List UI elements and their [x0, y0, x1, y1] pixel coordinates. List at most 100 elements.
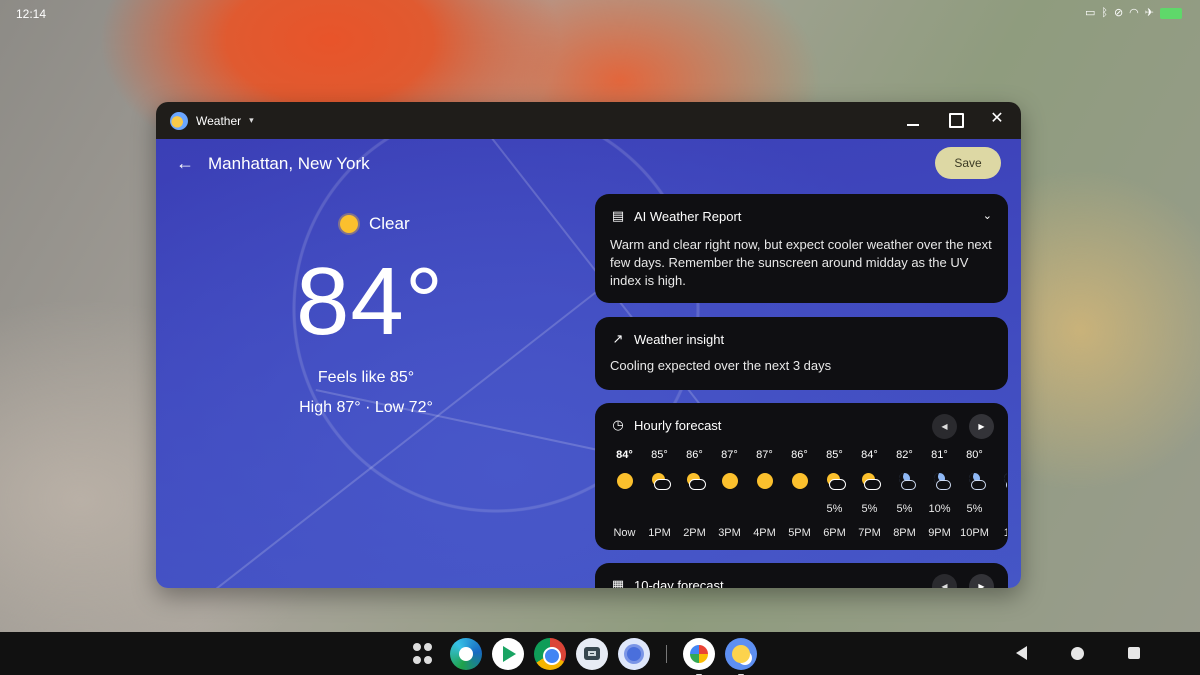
maximize-button[interactable]: [947, 111, 964, 128]
hourly-time: 7PM: [858, 527, 881, 539]
sun-icon: [340, 215, 358, 233]
hourly-precip: 10%: [928, 503, 951, 515]
nav-back-icon[interactable]: [1016, 646, 1027, 660]
insight-header: ↗ Weather insight: [610, 331, 993, 347]
nav-home-icon[interactable]: [1071, 646, 1084, 660]
clock-icon: ◷: [612, 417, 624, 432]
hourly-temp: 81°: [931, 449, 948, 461]
hourly-icon-cell: [712, 465, 747, 497]
save-button[interactable]: Save: [935, 147, 1001, 179]
hourly-precip: [677, 497, 712, 521]
ten-day-nav: ◀ ▶: [932, 574, 994, 588]
photos-icon[interactable]: [683, 638, 715, 675]
play-store-icon[interactable]: [492, 638, 524, 670]
chrome-icon[interactable]: [534, 638, 566, 670]
report-icon: ▤: [611, 208, 625, 223]
condition-label: Clear: [369, 214, 410, 233]
hourly-temp: 82°: [896, 449, 913, 461]
calendar-icon: ▦: [611, 577, 625, 588]
close-button[interactable]: ✕: [989, 111, 1005, 127]
hourly-precip: [607, 497, 642, 521]
weather-insight-card[interactable]: ↗ Weather insight Cooling expected over …: [595, 317, 1008, 390]
hourly-icon-cell: [817, 465, 852, 497]
expand-chevron-icon[interactable]: ⌄: [983, 209, 992, 222]
hourly-grid[interactable]: 84°85°86°87°87°86°85°84°82°81°80°7 5%5%5…: [607, 443, 1007, 545]
hourly-precip: [642, 497, 677, 521]
hourly-time: 3PM: [718, 527, 741, 539]
partly-cloudy-icon: [861, 473, 881, 490]
prev-button[interactable]: ◀: [932, 414, 957, 439]
partly-cloudy-icon: [651, 473, 671, 490]
hourly-icon-cell: [782, 465, 817, 497]
hourly-icon-cell: [607, 465, 642, 497]
hourly-temp: 84°: [861, 449, 878, 461]
hourly-temp: 85°: [826, 449, 843, 461]
app-launcher-icon[interactable]: [408, 638, 440, 670]
hourly-icon-cell: [992, 465, 1007, 497]
weather-app-icon: [170, 111, 188, 130]
hourly-times-row: Now 1PM 2PM 3PM 4PM 5PM 6PM 7PM 8PM 9PM 10PM 11: [607, 521, 1007, 545]
ai-report-title: AI Weather Report: [634, 208, 742, 224]
hourly-icon-cell: [887, 465, 922, 497]
bluetooth-icon: ᛒ: [1101, 7, 1108, 19]
hourly-precip: 5: [992, 497, 1007, 521]
night-cloudy-icon: [896, 473, 916, 490]
hourly-icons-row: [607, 465, 1007, 497]
settings-icon[interactable]: [618, 638, 650, 670]
hourly-temp: 84°: [616, 449, 633, 461]
ten-day-title: 10-day forecast: [634, 577, 724, 589]
hourly-time: Now: [613, 527, 636, 539]
wifi-icon: ◠: [1129, 7, 1139, 19]
camera-icon[interactable]: [576, 638, 608, 670]
window-titlebar[interactable]: Weather ▾ ✕: [156, 102, 1021, 139]
current-temperature: 84°: [296, 248, 445, 355]
hourly-precip: 5%: [826, 503, 843, 515]
prev-button[interactable]: ◀: [932, 574, 957, 588]
hourly-time: 5PM: [788, 527, 811, 539]
back-arrow-icon[interactable]: ←: [176, 153, 196, 174]
weather-app-dock-icon[interactable]: [725, 638, 757, 675]
sun-icon: [756, 473, 773, 489]
system-navigation: [1016, 646, 1140, 660]
edge-icon[interactable]: [450, 638, 482, 670]
insight-title: Weather insight: [634, 331, 725, 347]
cast-icon: ▭: [1084, 7, 1096, 19]
app-dock: [408, 638, 757, 675]
next-button[interactable]: ▶: [969, 574, 994, 588]
hourly-header: ◷ Hourly forecast: [610, 417, 721, 433]
current-condition: Clear: [340, 214, 410, 234]
hourly-forecast-card: ◷ Hourly forecast ◀ ▶ 84° 85° 86° 87° 87° 86°…: [595, 403, 1008, 550]
hourly-time: 9PM: [928, 527, 951, 539]
hourly-precip: [747, 497, 782, 521]
hourly-time: 6PM: [823, 527, 846, 539]
ai-report-body: Warm and clear right now, but expect coo…: [610, 237, 992, 288]
hourly-temp: 7: [992, 443, 1007, 467]
nav-recents-icon[interactable]: [1128, 647, 1140, 659]
next-button[interactable]: ▶: [969, 414, 994, 439]
hourly-icon-cell: [852, 465, 887, 497]
ai-report-header: ▤ AI Weather Report: [610, 208, 993, 224]
airplane-icon: ✈: [1144, 7, 1154, 19]
hourly-temp: 86°: [686, 449, 703, 461]
insight-body: Cooling expected over the next 3 days: [610, 358, 832, 373]
chevron-down-icon[interactable]: ▾: [249, 115, 254, 126]
ten-day-forecast-card[interactable]: ▦ 10-day forecast ◀ ▶: [595, 563, 1008, 588]
sun-icon: [721, 473, 738, 489]
status-time: 12:14: [16, 7, 47, 21]
night-cloudy-icon: [966, 473, 986, 490]
hourly-icon-cell: [642, 465, 677, 497]
hourly-icon-cell: [957, 465, 992, 497]
night-cloudy-icon: [931, 473, 951, 490]
app-name[interactable]: Weather: [196, 114, 241, 128]
hourly-time: 8PM: [893, 527, 916, 539]
location-title: Manhattan, New York: [208, 153, 370, 173]
status-bar: 12:14 ▭ ᛒ ⊘ ◠ ✈: [0, 0, 1200, 26]
hourly-time: 4PM: [753, 527, 776, 539]
minimize-button[interactable]: [905, 111, 921, 127]
ai-weather-report-card[interactable]: ▤ AI Weather Report ⌄ Warm and clear rig…: [595, 194, 1008, 303]
hourly-time: 1PM: [648, 527, 671, 539]
header-row: ← Manhattan, New York: [176, 153, 370, 174]
taskbar: [0, 632, 1200, 675]
sun-icon: [616, 473, 633, 489]
hourly-time: 10PM: [960, 527, 989, 539]
